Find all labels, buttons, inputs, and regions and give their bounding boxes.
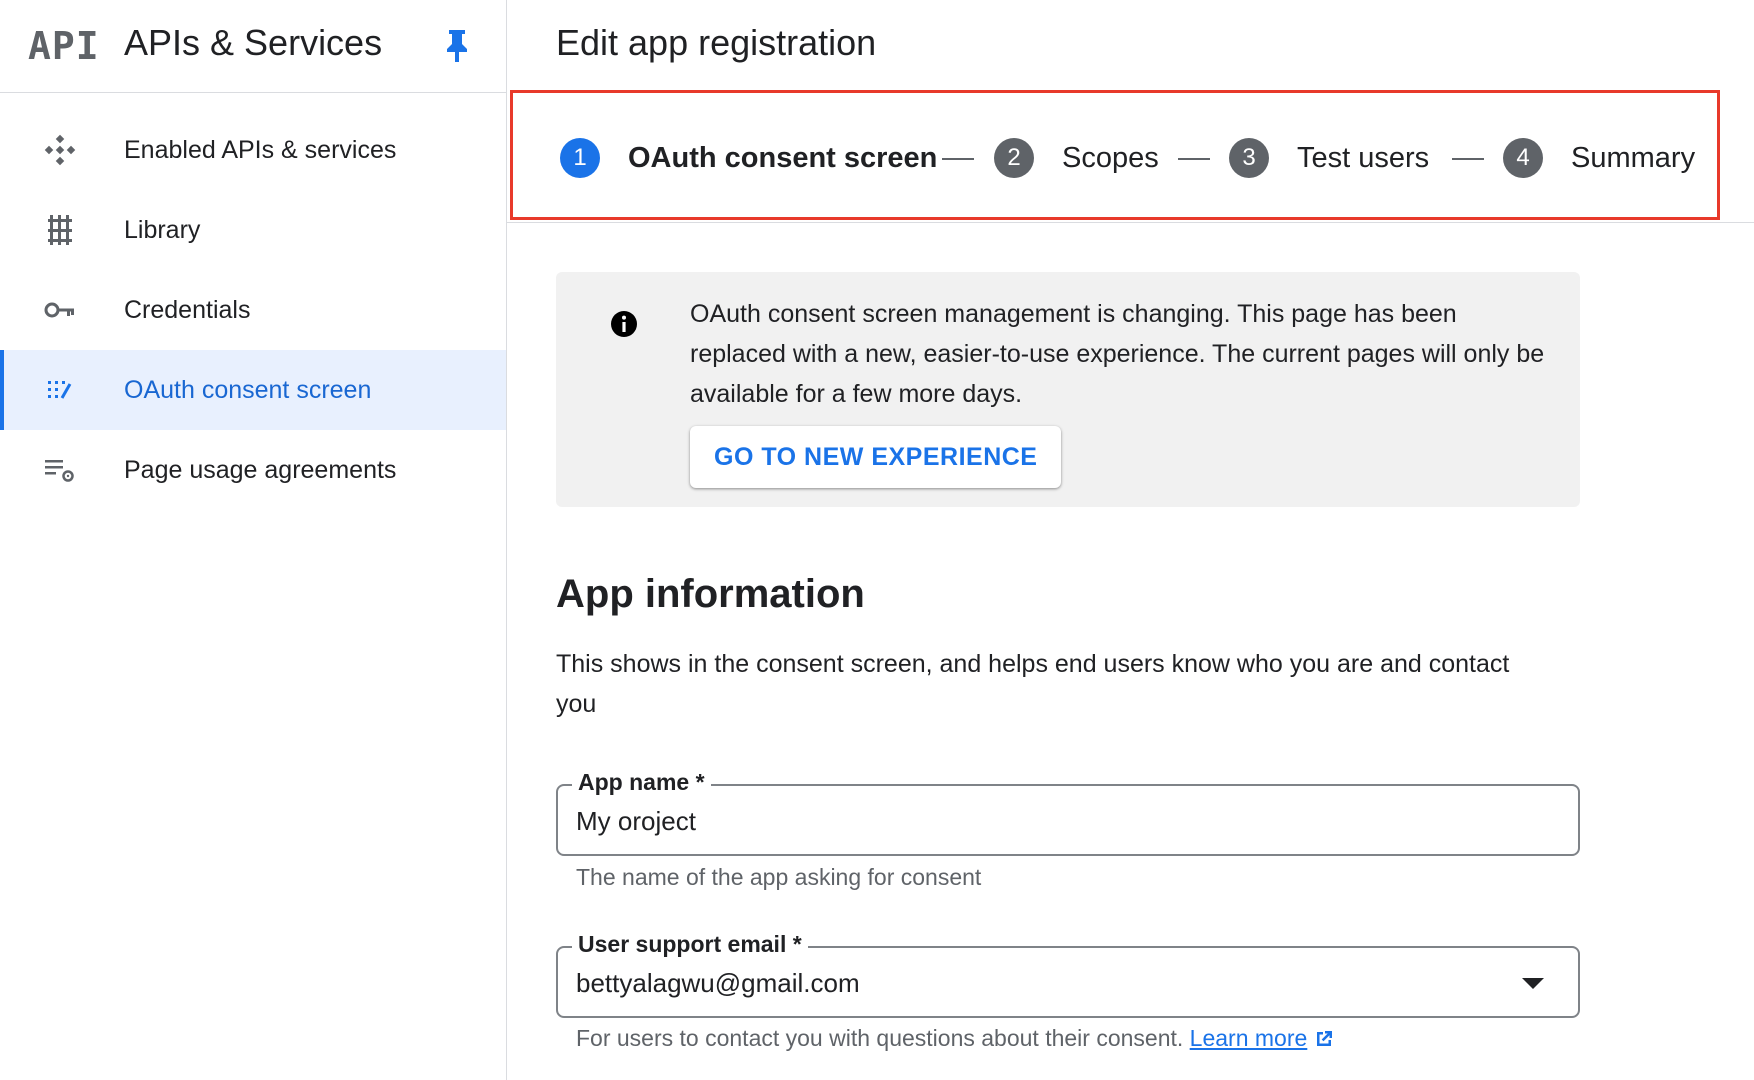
- sidebar-item-label: Page usage agreements: [124, 455, 397, 484]
- sidebar-item-library[interactable]: Library: [0, 190, 506, 270]
- product-title: APIs & Services: [124, 22, 383, 63]
- sidebar-item-label: Enabled APIs & services: [124, 135, 397, 164]
- sidebar-item-page-usage[interactable]: Page usage agreements: [0, 430, 506, 510]
- support-email-helper-text: For users to contact you with questions …: [576, 1025, 1184, 1051]
- sidebar-item-oauth-consent[interactable]: OAuth consent screen: [0, 350, 506, 430]
- support-email-value: bettyalagwu@gmail.com: [576, 968, 860, 998]
- info-icon: [610, 310, 638, 338]
- library-icon: [42, 214, 78, 246]
- step-number: 2: [994, 138, 1034, 178]
- section-description: This shows in the consent screen, and he…: [556, 650, 1510, 718]
- api-logo: API: [28, 24, 100, 68]
- info-banner: OAuth consent screen management is chang…: [556, 272, 1580, 507]
- support-email-helper: For users to contact you with questions …: [576, 1025, 1335, 1052]
- dropdown-arrow-icon[interactable]: [1522, 978, 1544, 989]
- support-email-select[interactable]: User support email * bettyalagwu@gmail.c…: [556, 931, 1580, 1018]
- support-email-label: User support email *: [572, 931, 808, 958]
- sidebar-item-label: Library: [124, 215, 201, 244]
- sidebar-item-enabled-apis[interactable]: Enabled APIs & services: [0, 110, 506, 190]
- learn-more-link[interactable]: Learn more: [1190, 1025, 1308, 1051]
- sidebar-item-label: Credentials: [124, 295, 251, 324]
- step-number: 4: [1503, 138, 1543, 178]
- step-separator: [942, 158, 974, 160]
- step-scopes[interactable]: 2 Scopes: [994, 138, 1159, 178]
- key-icon: [42, 294, 78, 326]
- step-label: Summary: [1571, 141, 1696, 174]
- app-name-input[interactable]: [576, 806, 1476, 837]
- step-oauth-consent[interactable]: 1 OAuth consent screen: [560, 138, 937, 178]
- app-name-field[interactable]: App name *: [556, 769, 1580, 856]
- sidebar-item-credentials[interactable]: Credentials: [0, 270, 506, 350]
- sidebar-item-label: OAuth consent screen: [124, 375, 372, 404]
- sidebar-nav: Enabled APIs & services Library Credenti…: [0, 110, 506, 510]
- divider: [507, 222, 1754, 223]
- settings-list-icon: [42, 454, 78, 486]
- step-label: Scopes: [1062, 141, 1159, 174]
- info-message: OAuth consent screen management is chang…: [690, 300, 1545, 408]
- section-title: App information: [556, 572, 865, 616]
- sidebar: API APIs & Services Enabled APIs & servi…: [0, 0, 507, 1080]
- step-test-users[interactable]: 3 Test users: [1229, 138, 1429, 178]
- step-number: 1: [560, 138, 600, 178]
- app-name-helper: The name of the app asking for consent: [576, 864, 982, 890]
- go-to-new-experience-button[interactable]: GO TO NEW EXPERIENCE: [690, 426, 1062, 488]
- pin-icon[interactable]: [444, 28, 470, 64]
- step-label: OAuth consent screen: [628, 141, 938, 174]
- consent-icon: [42, 374, 78, 406]
- page-title: Edit app registration: [556, 22, 877, 63]
- step-separator: [1452, 158, 1484, 160]
- sidebar-header: API APIs & Services: [0, 0, 506, 93]
- app-name-label: App name *: [572, 769, 711, 796]
- api-diamond-icon: [42, 134, 78, 166]
- step-label: Test users: [1297, 141, 1430, 174]
- step-separator: [1178, 158, 1210, 160]
- step-summary[interactable]: 4 Summary: [1503, 138, 1695, 178]
- step-number: 3: [1229, 138, 1269, 178]
- external-link-icon[interactable]: [1313, 1028, 1335, 1050]
